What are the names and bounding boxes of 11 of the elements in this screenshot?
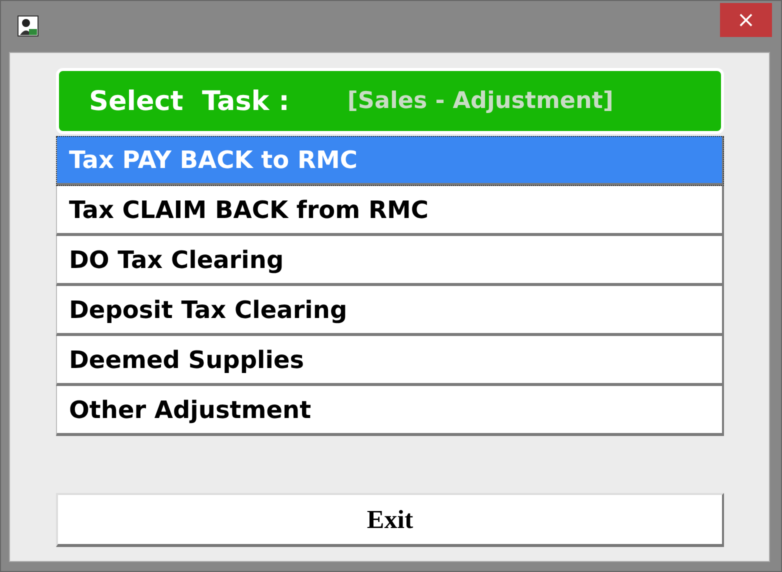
person-icon <box>17 15 39 37</box>
exit-button[interactable]: Exit <box>56 493 724 547</box>
close-button[interactable]: × <box>720 3 772 37</box>
task-item[interactable]: Tax CLAIM BACK from RMC <box>56 186 724 236</box>
task-item[interactable]: Tax PAY BACK to RMC <box>56 136 724 186</box>
task-item[interactable]: DO Tax Clearing <box>56 236 724 286</box>
task-item[interactable]: Deemed Supplies <box>56 336 724 386</box>
task-item[interactable]: Deposit Tax Clearing <box>56 286 724 336</box>
task-item[interactable]: Other Adjustment <box>56 386 724 436</box>
header-subtitle: [Sales - Adjustment] <box>347 88 614 114</box>
header-title: Select Task : <box>89 86 290 116</box>
